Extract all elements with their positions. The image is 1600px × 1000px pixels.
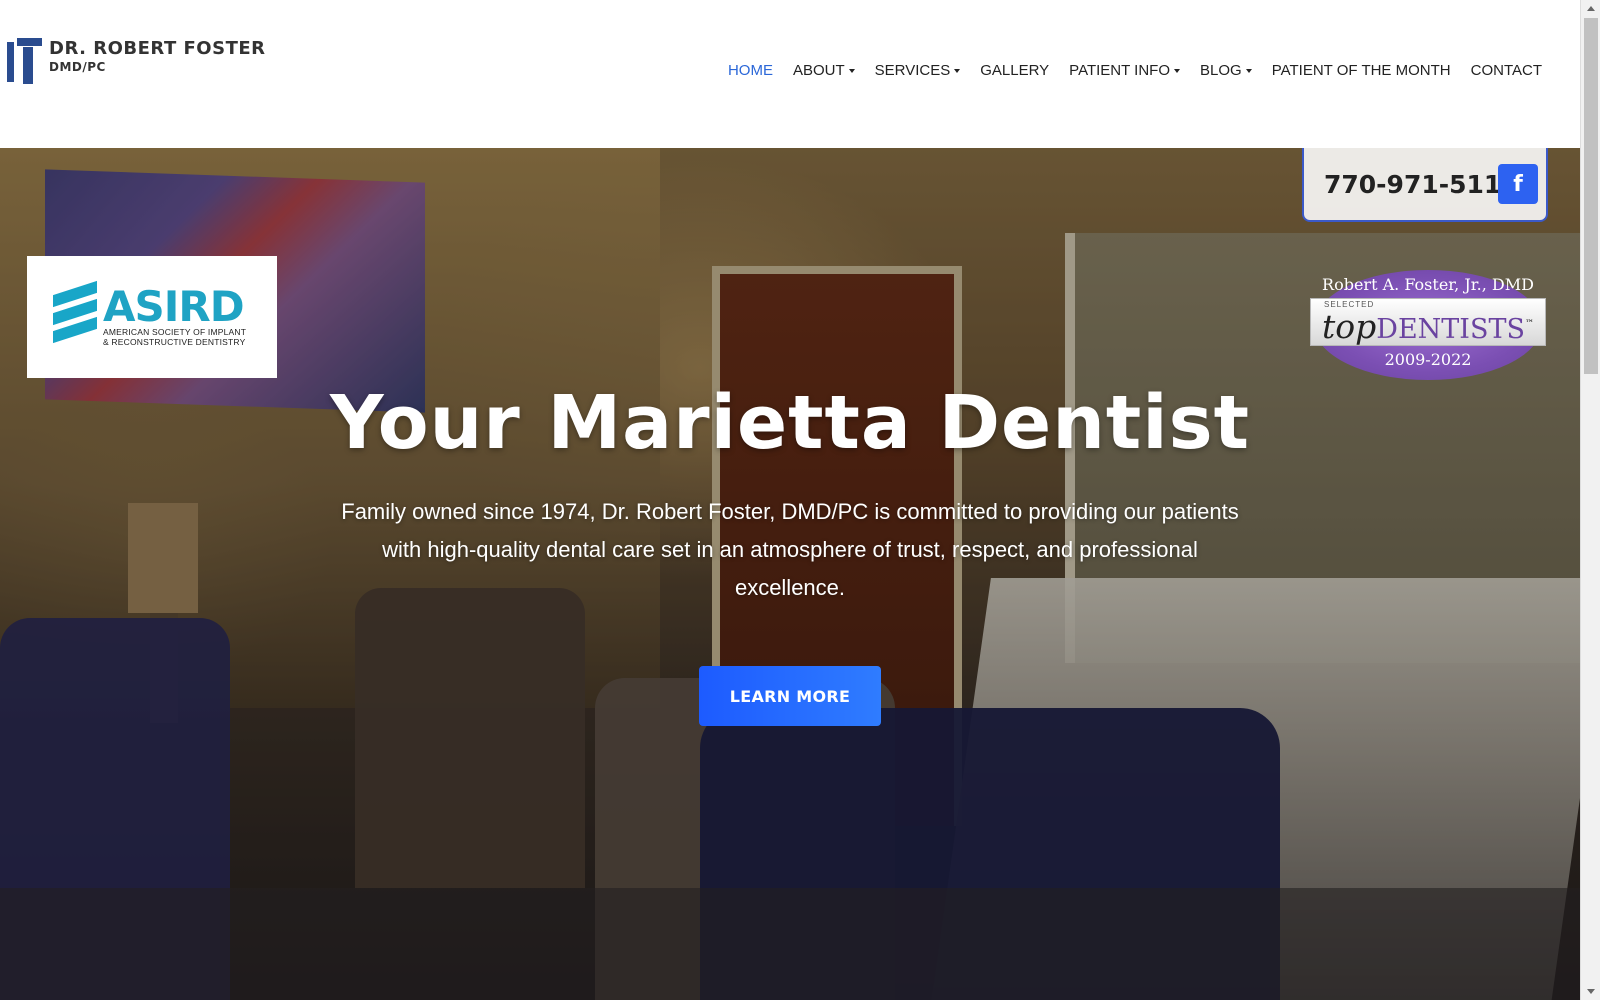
top-dentists-badge[interactable]: Robert A. Foster, Jr., DMD SELECTED topD… (1310, 270, 1546, 380)
nav-blog[interactable]: BLOG (1200, 62, 1252, 79)
logo-mark-icon (7, 38, 43, 86)
scroll-down-icon[interactable] (1587, 989, 1595, 994)
page-scrollbar[interactable] (1580, 0, 1600, 1000)
caret-down-icon (954, 68, 961, 73)
hero-description: Family owned since 1974, Dr. Robert Fost… (341, 499, 1239, 600)
asird-line2: & RECONSTRUCTIVE DENTISTRY (103, 337, 246, 347)
nav-gallery[interactable]: GALLERY (980, 62, 1049, 79)
nav-services[interactable]: SERVICES (875, 62, 961, 79)
asird-badge[interactable]: ASIRD AMERICAN SOCIETY OF IMPLANT & RECO… (27, 256, 277, 378)
nav-about[interactable]: ABOUT (793, 62, 855, 79)
caret-down-icon (1174, 68, 1181, 73)
logo-name: DR. ROBERT FOSTER (49, 38, 266, 59)
site-logo[interactable]: DR. ROBERT FOSTER DMD/PC (7, 38, 266, 86)
asird-acronym: ASIRD (103, 282, 245, 331)
site-header: DR. ROBERT FOSTER DMD/PC HOME ABOUT SERV… (0, 0, 1580, 148)
logo-subtitle: DMD/PC (49, 60, 106, 74)
phone-card: 770-971-5119 f (1302, 148, 1548, 222)
facebook-icon[interactable]: f (1498, 164, 1538, 204)
phone-number-link[interactable]: 770-971-5119 (1324, 170, 1519, 199)
caret-down-icon (848, 68, 855, 73)
scroll-thumb[interactable] (1584, 18, 1598, 374)
asird-line1: AMERICAN SOCIETY OF IMPLANT (103, 327, 247, 337)
badge-years: 2009-2022 (1384, 350, 1472, 369)
nav-patient-info[interactable]: PATIENT INFO (1069, 62, 1181, 79)
badge-dentist-name: Robert A. Foster, Jr., DMD (1322, 275, 1534, 294)
asird-logo-icon (51, 280, 99, 352)
scroll-up-icon[interactable] (1587, 6, 1595, 11)
badge-brand: topDENTISTS™ (1322, 307, 1534, 346)
learn-more-button[interactable]: LEARN MORE (699, 666, 881, 726)
nav-contact[interactable]: CONTACT (1471, 62, 1542, 79)
main-nav: HOME ABOUT SERVICES GALLERY PATIENT INFO… (708, 62, 1542, 79)
hero-title: Your Marietta Dentist (329, 380, 1251, 466)
nav-home[interactable]: HOME (728, 62, 773, 79)
hero-section: ASIRD AMERICAN SOCIETY OF IMPLANT & RECO… (0, 148, 1580, 1000)
caret-down-icon (1245, 68, 1252, 73)
nav-patient-of-the-month[interactable]: PATIENT OF THE MONTH (1272, 62, 1451, 79)
